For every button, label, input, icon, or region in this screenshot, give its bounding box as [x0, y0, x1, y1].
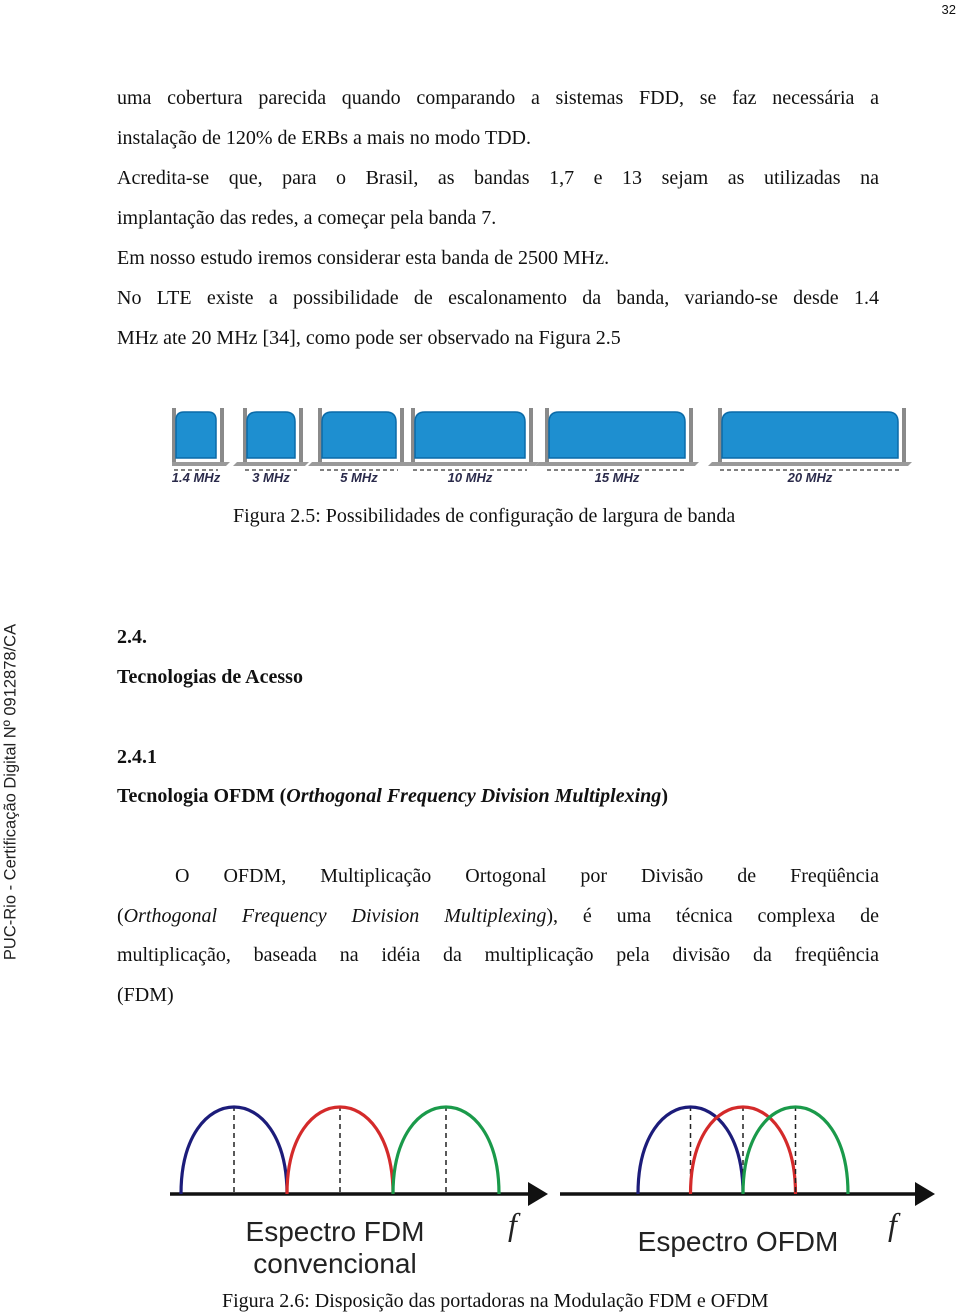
band-shape [548, 411, 686, 459]
band-label: 20 MHz [787, 470, 833, 485]
band-floor [401, 462, 539, 466]
subsection-title-suffix: ) [661, 785, 668, 807]
paragraph-line: O OFDM, Multiplicação Ortogonal por Divi… [175, 865, 879, 887]
band-label: 3 MHz [252, 470, 290, 485]
subcarrier [285, 1105, 395, 1195]
ofdm-axis-symbol: f [888, 1206, 901, 1242]
band-floor [308, 462, 410, 466]
band-floor [233, 462, 309, 466]
paragraph-line: (Orthogonal Frequency Division Multiplex… [117, 904, 879, 928]
band-block: 10 MHz [401, 408, 539, 485]
band-block: 1.4 MHz [172, 408, 230, 485]
fdm-spectrum [170, 1105, 548, 1206]
band-block: 3 MHz [233, 408, 309, 485]
band-edge-right [299, 408, 303, 464]
fdm-label-line1: Espectro FDM [246, 1216, 425, 1247]
paragraph-line: No LTE existe a possibilidade de escalon… [117, 287, 879, 309]
band-label: 5 MHz [340, 470, 378, 485]
band-shape [175, 411, 217, 459]
section-title: Tecnologias de Acesso [117, 666, 303, 688]
paragraph-line: implantação das redes, a começar pela ba… [117, 207, 497, 229]
axis-arrow-icon [528, 1182, 548, 1206]
paragraph-line: Acredita-se que, para o Brasil, as banda… [117, 167, 879, 189]
paragraph-line: MHz ate 20 MHz [34], como pode ser obser… [117, 327, 621, 349]
side-stamp-text: PUC-Rio - Certificação Digital Nº 091287… [1, 623, 20, 961]
ofdm-label: Espectro OFDM [638, 1226, 839, 1257]
band-edge-right [400, 408, 404, 464]
side-stamp: PUC-Rio - Certificação Digital Nº 091287… [0, 622, 22, 962]
axis-arrow-icon [915, 1182, 935, 1206]
text-italic: Orthogonal Frequency Division Multiplexi… [123, 905, 547, 927]
band-label: 1.4 MHz [172, 470, 221, 485]
subsection-number: 2.4.1 [117, 746, 157, 768]
band-edge-right [689, 408, 693, 464]
subcarrier [391, 1105, 501, 1195]
band-block: 20 MHz [708, 408, 912, 485]
text-span: ), é uma técnica complexa de [546, 905, 879, 927]
band-shape [246, 411, 296, 459]
figure-2-5-caption: Figura 2.5: Possibilidades de configuraç… [233, 505, 736, 527]
band-edge-right [220, 408, 224, 464]
band-shape [721, 411, 899, 459]
subsection-title-italic: Orthogonal Frequency Division Multiplexi… [286, 785, 662, 807]
band-block: 15 MHz [535, 408, 699, 485]
band-shape [414, 411, 526, 459]
band-edge-right [902, 408, 906, 464]
band-shape [321, 411, 397, 459]
fdm-label-line2: convencional [253, 1248, 416, 1279]
subsection-title-prefix: Tecnologia OFDM ( [117, 785, 287, 807]
band-label: 10 MHz [448, 470, 493, 485]
band-edge-right [529, 408, 533, 464]
section-number: 2.4. [117, 626, 147, 648]
band-floor [535, 462, 699, 466]
subcarrier [179, 1105, 289, 1195]
ofdm-spectrum [560, 1105, 935, 1206]
band-label: 15 MHz [595, 470, 640, 485]
fdm-ofdm-figure: Espectro FDM convencional f Espectro OFD… [170, 1105, 935, 1279]
paragraph-line: multiplicação, baseada na idéia da multi… [117, 944, 879, 966]
band-floor [708, 462, 912, 466]
paragraph-line: (FDM) [117, 984, 174, 1006]
paragraph-line: instalação de 120% de ERBs a mais no mod… [117, 127, 532, 149]
fdm-axis-symbol: f [508, 1206, 521, 1242]
figure-2-6-caption: Figura 2.6: Disposição das portadoras na… [222, 1290, 769, 1312]
subcarrier [741, 1105, 850, 1195]
subsection-title: Tecnologia OFDM (Orthogonal Frequency Di… [117, 784, 879, 808]
text-span: ( [117, 905, 124, 927]
band-floor [172, 462, 230, 466]
paragraph-line: uma cobertura parecida quando comparando… [117, 87, 879, 109]
paragraph-line: Em nosso estudo iremos considerar esta b… [117, 247, 610, 269]
page-number: 32 [941, 2, 956, 17]
band-block: 5 MHz [308, 408, 410, 485]
bandwidth-figure: 1.4 MHz 3 MHz 5 MHz 10 MHz 15 MHz 20 MHz [172, 408, 912, 485]
